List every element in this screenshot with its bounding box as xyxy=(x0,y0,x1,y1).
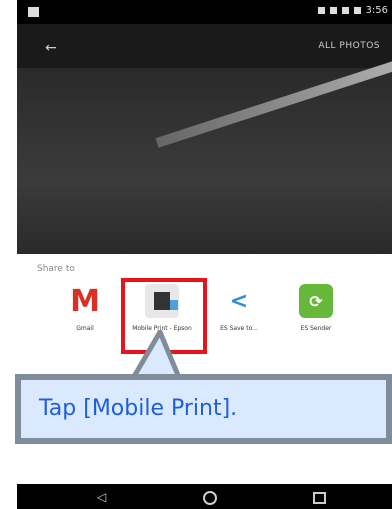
bluetooth-icon xyxy=(317,7,325,14)
photo-preview xyxy=(17,45,392,254)
status-time: 3:56 xyxy=(365,5,388,16)
gmail-icon: M xyxy=(70,283,100,319)
callout-text: Tap [Mobile Print]. xyxy=(39,396,238,421)
wifi-icon xyxy=(341,7,349,14)
signal-icon xyxy=(329,7,337,14)
all-photos-link[interactable]: ALL PHOTOS xyxy=(318,41,380,51)
share-app-label: ES Sender xyxy=(300,325,332,332)
es-save-icon: < xyxy=(229,288,249,314)
share-app-es-sender[interactable]: ⟳ ES Sender xyxy=(276,284,356,333)
notification-icon xyxy=(28,7,39,17)
status-bar: 3:56 xyxy=(17,0,392,24)
share-sheet-title: Share to xyxy=(37,264,75,274)
battery-icon xyxy=(353,7,361,14)
top-bar: ← ALL PHOTOS xyxy=(17,24,392,68)
nav-back-icon[interactable]: ◁ xyxy=(97,490,106,504)
back-arrow-icon[interactable]: ← xyxy=(45,40,57,56)
callout-pointer xyxy=(129,330,183,380)
es-sender-icon: ⟳ xyxy=(299,284,333,318)
nav-home-icon[interactable] xyxy=(203,491,217,505)
share-app-label: ES Save to... xyxy=(220,325,258,332)
navigation-bar: ◁ xyxy=(17,484,392,509)
nav-recent-icon[interactable] xyxy=(313,492,326,504)
share-app-es-save[interactable]: < ES Save to... xyxy=(199,284,279,333)
instruction-callout: Tap [Mobile Print]. xyxy=(15,374,392,444)
share-app-gmail[interactable]: M Gmail xyxy=(45,284,125,333)
status-icons: 3:56 xyxy=(317,5,388,16)
